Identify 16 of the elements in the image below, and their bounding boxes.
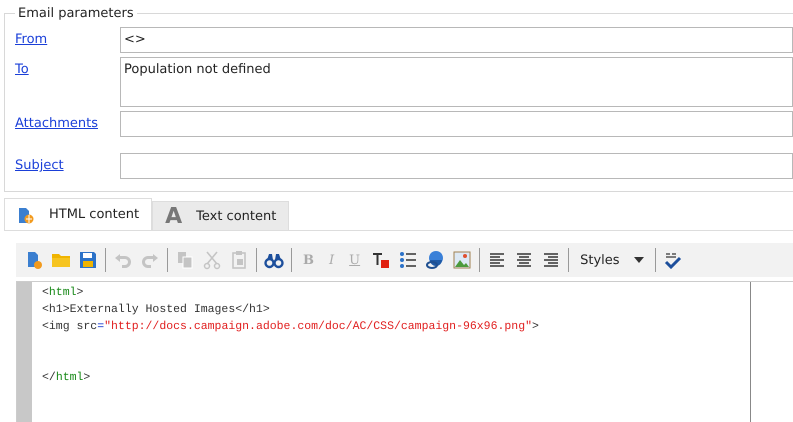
tab[interactable]: HTML content [4, 198, 152, 230]
input-field[interactable]: <> [120, 27, 793, 53]
code-editor[interactable]: <html> <h1>Externally Hosted Images</h1> <img src="http://docs.campaign.adobe.com/doc/AC/CSS/campaign-96x96.png"> </html> [16, 281, 793, 422]
styles-dropdown[interactable]: Styles [576, 252, 648, 268]
code-line: <html> [42, 285, 84, 301]
code-line: </html> [42, 370, 92, 386]
group-title: Email parameters [17, 6, 135, 21]
field-link[interactable]: Attachments [15, 111, 120, 131]
code-line: <h1>Externally Hosted Images</h1> [42, 302, 271, 318]
tab[interactable]: A Text content [152, 201, 290, 230]
field-link[interactable]: Subject [15, 153, 120, 173]
field-link[interactable]: To [15, 57, 120, 77]
field-link[interactable]: From [15, 27, 120, 47]
letter-icon: A [165, 204, 182, 228]
code-line: <img src="http://docs.campaign.adobe.com/doc/AC/CSS/campaign-96x96.png"> [42, 319, 540, 335]
input-field[interactable]: Population not defined [120, 57, 793, 107]
